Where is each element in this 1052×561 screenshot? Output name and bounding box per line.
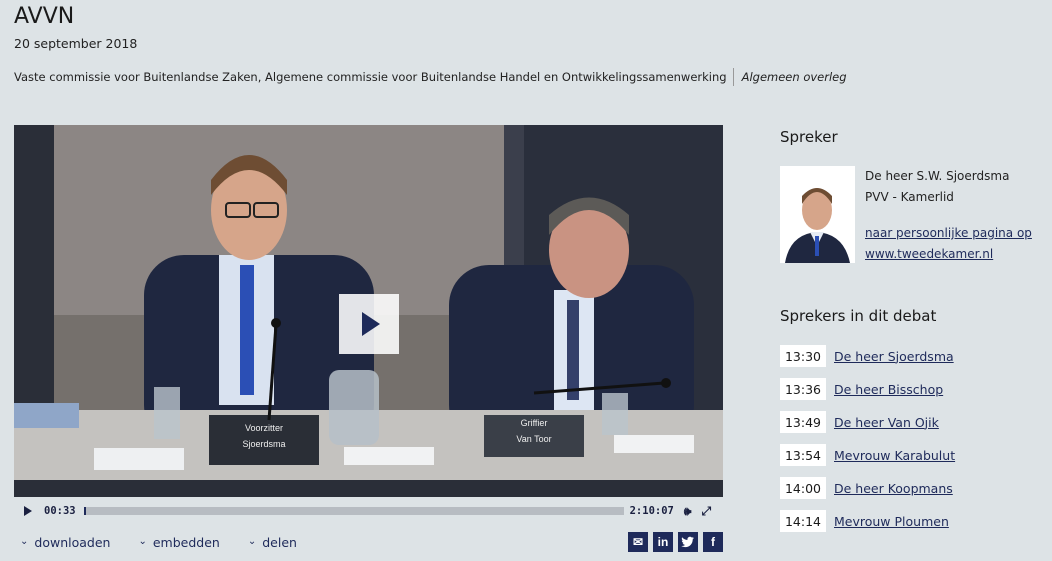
committee-name: Vaste commissie voor Buitenlandse Zaken,… [14,70,727,84]
share-label: delen [262,535,297,550]
play-icon[interactable] [24,506,32,516]
speaker-time: 13:49 [780,411,826,433]
divider [732,68,734,86]
avatar [780,166,855,263]
play-overlay-button[interactable] [339,294,399,354]
debate-speakers-heading: Sprekers in dit debat [780,307,937,325]
play-icon [362,312,380,336]
speaker-time: 14:00 [780,477,826,499]
download-label: downloaden [34,535,111,550]
progress-bar[interactable] [83,507,624,515]
email-icon[interactable]: ✉ [628,532,648,552]
progress-fill [83,507,86,515]
share-link[interactable]: ⌄ delen [248,535,297,550]
list-item[interactable]: 14:14 Mevrouw Ploumen [780,510,955,532]
list-item[interactable]: 13:49 De heer Van Ojik [780,411,955,433]
duration: 2:10:07 [629,505,674,517]
speaker-party: PVV - Kamerlid [865,190,954,204]
clerk-placard: Griffier Van Toor [489,418,579,444]
current-time: 00:33 [44,505,76,517]
share-icons: ✉ in f [628,532,723,552]
speaker-link[interactable]: De heer Koopmans [834,481,953,496]
committee-line: Vaste commissie voor Buitenlandse Zaken,… [14,68,847,86]
embed-link[interactable]: ⌄ embedden [138,535,219,550]
speaker-time: 13:30 [780,345,826,367]
embed-label: embedden [152,535,220,550]
speaker-time: 13:36 [780,378,826,400]
speaker-time: 13:54 [780,444,826,466]
volume-icon[interactable]: 🕪 [684,504,692,519]
placard-text: Griffier [520,418,548,428]
twitter-icon[interactable] [678,532,698,552]
speaker-link[interactable]: De heer Sjoerdsma [834,349,954,364]
video-controls: 00:33 2:10:07 🕪 ⤢ [14,497,723,525]
video-actions: ⌄ downloaden ⌄ embedden ⌄ delen [20,535,297,550]
placard-text: Voorzitter [244,423,284,433]
list-item[interactable]: 14:00 De heer Koopmans [780,477,955,499]
personal-page-link[interactable]: naar persoonlijke pagina op [865,226,1032,240]
video-player[interactable]: Voorzitter Sjoerdsma Griffier Van Toor [14,125,723,497]
speaker-link[interactable]: Mevrouw Karabulut [834,448,955,463]
speaker-link[interactable]: De heer Bisschop [834,382,943,397]
download-link[interactable]: ⌄ downloaden [20,535,110,550]
chevron-down-icon: ⌄ [247,536,257,547]
meeting-type: Algemeen overleg [741,70,847,84]
chevron-down-icon: ⌄ [138,536,147,547]
chair-placard: Voorzitter Sjoerdsma [216,423,312,449]
personal-page-link-url[interactable]: www.tweedekamer.nl [865,247,993,261]
placard-text: Sjoerdsma [242,439,286,449]
chevron-down-icon: ⌄ [20,536,29,547]
page-title: AVVN [14,4,75,29]
speaker-link[interactable]: De heer Van Ojik [834,415,939,430]
linkedin-icon[interactable]: in [653,532,673,552]
speaker-heading: Spreker [780,128,838,146]
meeting-date: 20 september 2018 [14,36,138,51]
facebook-icon[interactable]: f [703,532,723,552]
speaker-name: De heer S.W. Sjoerdsma [865,169,1010,183]
debate-speakers-list: 13:30 De heer Sjoerdsma 13:36 De heer Bi… [780,345,955,543]
list-item[interactable]: 13:36 De heer Bisschop [780,378,955,400]
list-item[interactable]: 13:54 Mevrouw Karabulut [780,444,955,466]
placard-text: Van Toor [516,434,552,444]
list-item[interactable]: 13:30 De heer Sjoerdsma [780,345,955,367]
speaker-time: 14:14 [780,510,826,532]
speaker-link[interactable]: Mevrouw Ploumen [834,514,949,529]
fullscreen-icon[interactable]: ⤢ [701,504,711,519]
